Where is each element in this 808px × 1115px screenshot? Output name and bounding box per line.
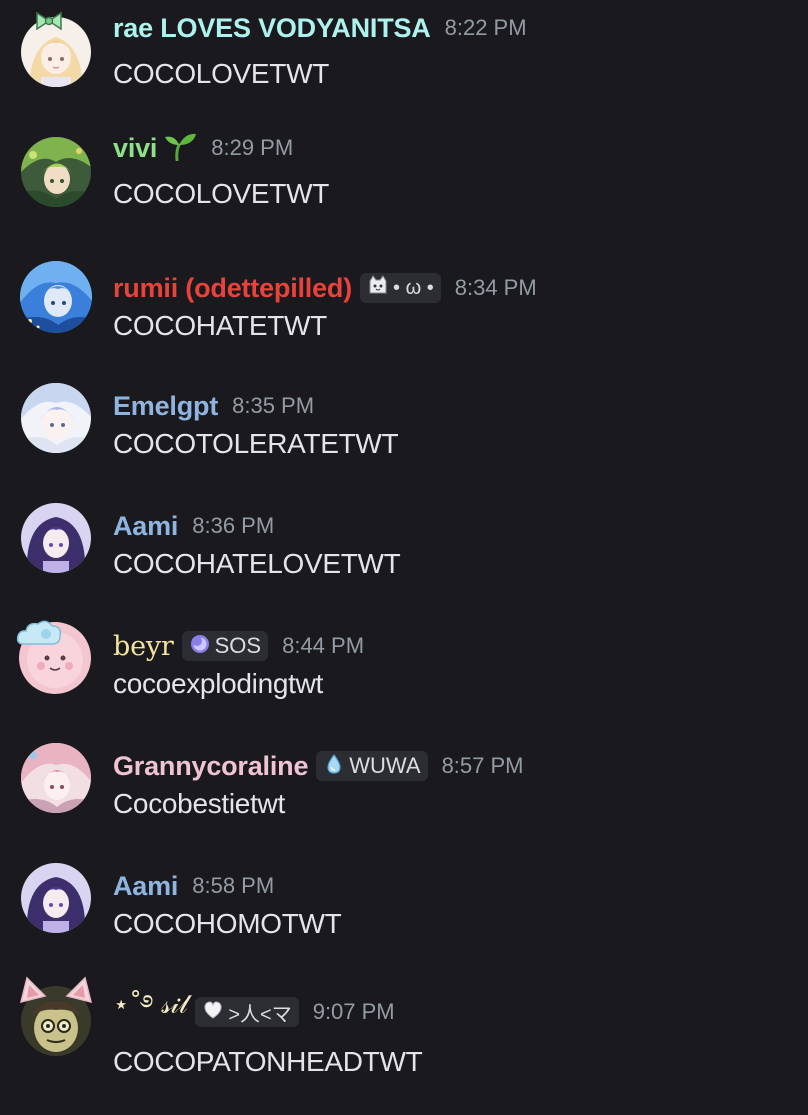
- chat-message: Grannycoraline WUWA 8:57 PM Cocobestietw…: [0, 726, 808, 836]
- message-text: COCOLOVETWT: [113, 58, 330, 89]
- message-header: rumii (odettepilled) • ω • 8:34 PM: [113, 270, 537, 306]
- chat-message-list: rae LOVES VODYANITSA 8:22 PM COCOLOVETWT…: [0, 0, 808, 1115]
- message-header: Aami 8:58 PM: [113, 868, 274, 904]
- server-tag[interactable]: >人<マ: [195, 997, 299, 1027]
- username[interactable]: ⋆˚࿔ 𝓈𝒾𝓁: [113, 976, 188, 1049]
- avatar[interactable]: [21, 743, 91, 813]
- avatar[interactable]: [21, 17, 91, 87]
- chat-message: Aami 8:58 PM COCOHOMOTWT: [0, 846, 808, 956]
- username[interactable]: rae LOVES VODYANITSA: [113, 13, 431, 44]
- cat-icon: [367, 274, 389, 302]
- message-header: vivi 8:29 PM: [113, 130, 293, 166]
- message-text: COCOLOVETWT: [113, 178, 330, 209]
- message-header: ⋆˚࿔ 𝓈𝒾𝓁 >人<マ 9:07 PM: [113, 990, 395, 1030]
- message-header: rae LOVES VODYANITSA 8:22 PM: [113, 10, 527, 46]
- message-text: COCOHATETWT: [113, 310, 327, 341]
- timestamp: 8:44 PM: [282, 633, 365, 658]
- username[interactable]: Grannycoraline: [113, 751, 308, 782]
- message-header: Grannycoraline WUWA 8:57 PM: [113, 748, 524, 784]
- message-text: Cocobestietwt: [113, 788, 285, 819]
- sprout-icon: [163, 131, 197, 166]
- avatar[interactable]: [21, 383, 91, 453]
- username[interactable]: rumii (odettepilled): [113, 273, 352, 304]
- username[interactable]: beyr: [113, 631, 174, 662]
- message-text: COCOHOMOTWT: [113, 908, 342, 939]
- server-tag-label: >人<マ: [228, 1003, 292, 1026]
- server-tag-label: SOS: [214, 633, 262, 658]
- heart-icon: [202, 999, 224, 1026]
- timestamp: 8:29 PM: [211, 135, 294, 160]
- timestamp: 9:07 PM: [312, 999, 395, 1024]
- message-text: COCOPATONHEADTWT: [113, 1046, 423, 1077]
- chat-message: rae LOVES VODYANITSA 8:22 PM COCOLOVETWT: [0, 0, 808, 110]
- server-tag[interactable]: • ω •: [360, 273, 441, 303]
- chat-message: vivi 8:29 PM COCOLOVETWT: [0, 120, 808, 230]
- username[interactable]: Aami: [113, 511, 178, 542]
- timestamp: 8:22 PM: [444, 15, 527, 40]
- chat-message: rumii (odettepilled) • ω • 8:34 PM COCOH…: [0, 240, 808, 350]
- chat-message: beyr SOS 8:44 PM cocoexplodingtwt: [0, 606, 808, 716]
- chat-message: ⋆˚࿔ 𝓈𝒾𝓁 >人<マ 9:07 PM COCOPATONHEADTWT: [0, 966, 808, 1115]
- message-text: COCOHATELOVETWT: [113, 548, 401, 579]
- avatar[interactable]: [21, 863, 91, 933]
- message-header: beyr SOS 8:44 PM: [113, 628, 364, 664]
- message-text: cocoexplodingtwt: [113, 668, 323, 699]
- timestamp: 8:34 PM: [454, 275, 537, 300]
- server-tag-label: • ω •: [393, 276, 434, 299]
- username[interactable]: Emelgpt: [113, 391, 218, 422]
- timestamp: 8:58 PM: [192, 873, 275, 898]
- username[interactable]: Aami: [113, 871, 178, 902]
- avatar[interactable]: [20, 261, 92, 333]
- timestamp: 8:57 PM: [441, 753, 524, 778]
- server-tag[interactable]: SOS: [181, 631, 269, 661]
- timestamp: 8:35 PM: [232, 393, 315, 418]
- message-header: Emelgpt 8:35 PM: [113, 388, 314, 424]
- avatar[interactable]: [21, 137, 91, 207]
- water-drop-icon: [323, 753, 345, 780]
- message-header: Aami 8:36 PM: [113, 508, 274, 544]
- timestamp: 8:36 PM: [192, 513, 275, 538]
- server-tag[interactable]: WUWA: [316, 751, 428, 781]
- avatar[interactable]: [21, 503, 91, 573]
- moon-icon: [189, 633, 211, 660]
- chat-message: Aami 8:36 PM COCOHATELOVETWT: [0, 486, 808, 596]
- chat-message: Emelgpt 8:35 PM COCOTOLERATETWT: [0, 366, 808, 476]
- message-text: COCOTOLERATETWT: [113, 428, 399, 459]
- avatar[interactable]: [19, 622, 91, 694]
- username[interactable]: vivi: [113, 133, 157, 164]
- avatar[interactable]: [21, 986, 91, 1056]
- server-tag-label: WUWA: [349, 753, 421, 778]
